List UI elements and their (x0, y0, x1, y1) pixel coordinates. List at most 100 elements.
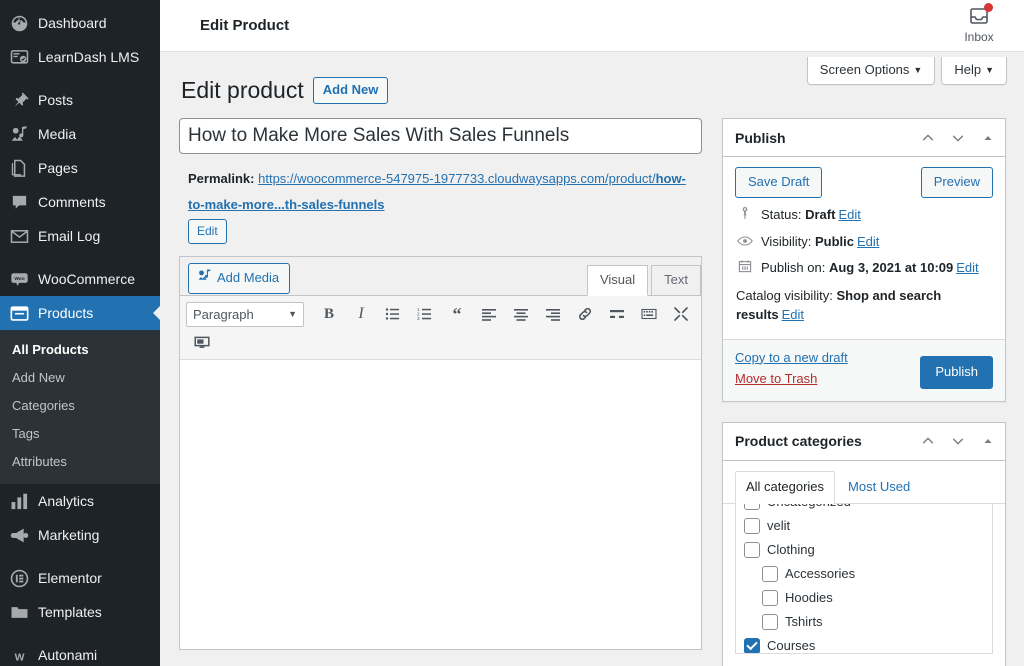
category-checkbox[interactable] (744, 541, 760, 558)
save-draft-button[interactable]: Save Draft (735, 167, 823, 199)
status-value: Draft (805, 207, 836, 223)
edit-slug-button[interactable]: Edit (188, 219, 227, 244)
sidebar-item-label: Pages (38, 160, 78, 176)
align-left-icon[interactable] (473, 301, 505, 327)
toolbar-toggle-icon[interactable] (633, 301, 665, 327)
fullscreen-icon[interactable] (665, 301, 697, 327)
sidebar-item-learndash-lms[interactable]: LearnDash LMS (0, 40, 160, 74)
add-media-button[interactable]: Add Media (188, 263, 291, 294)
categories-metabox-controls (913, 426, 1003, 456)
move-down-icon[interactable] (943, 123, 973, 153)
add-new-button[interactable]: Add New (312, 77, 389, 104)
publish-metabox-title: Publish (735, 129, 786, 146)
preview-button[interactable]: Preview (920, 167, 993, 199)
move-to-trash-link[interactable]: Move to Trash (735, 371, 817, 386)
category-checkbox[interactable] (744, 503, 760, 510)
status-edit-link[interactable]: Edit (838, 207, 860, 222)
sidebar-item-posts[interactable]: Posts (0, 83, 160, 117)
sidebar-item-woocommerce[interactable]: Woo WooCommerce (0, 262, 160, 296)
elementor-icon (9, 568, 29, 588)
submenu-item-all-products[interactable]: All Products (0, 336, 160, 364)
sidebar-item-templates[interactable]: Templates (0, 595, 160, 629)
blockquote-icon[interactable]: “ (441, 301, 473, 327)
category-checkbox[interactable] (744, 517, 760, 534)
sidebar-item-analytics[interactable]: Analytics (0, 484, 160, 518)
editor-content-area[interactable] (180, 359, 701, 649)
move-up-icon[interactable] (913, 123, 943, 153)
product-title-input[interactable] (179, 118, 702, 154)
help-toggle[interactable]: Help ▼ (941, 57, 1007, 85)
category-item[interactable]: Clothing (744, 538, 984, 562)
sidebar-item-elementor[interactable]: Elementor (0, 561, 160, 595)
permalink-link[interactable]: https://woocommerce-547975-1977733.cloud… (188, 171, 686, 212)
category-checkbox[interactable] (762, 589, 778, 606)
sidebar-menu-top: Dashboard LearnDash LMS Posts Media Pages Com… (0, 6, 160, 330)
sidebar-item-marketing[interactable]: Marketing (0, 518, 160, 552)
sidebar-item-email-log[interactable]: Email Log (0, 219, 160, 253)
italic-icon[interactable]: I (345, 301, 377, 327)
submenu-item-categories[interactable]: Categories (0, 392, 160, 420)
preview-monitor-icon[interactable] (186, 330, 218, 356)
sidebar-item-label: Templates (38, 604, 102, 620)
category-item[interactable]: Uncategorized (744, 503, 984, 514)
publish-major-actions: Copy to a new draft Move to Trash Publis… (723, 338, 1005, 401)
sidebar-item-products[interactable]: Products (0, 296, 160, 330)
sidebar-item-dashboard[interactable]: Dashboard (0, 6, 160, 40)
category-item[interactable]: velit (744, 514, 984, 538)
move-down-icon[interactable] (943, 426, 973, 456)
toggle-panel-icon[interactable] (973, 426, 1003, 456)
category-item[interactable]: Courses (744, 634, 984, 653)
tab-all-categories[interactable]: All categories (735, 470, 836, 504)
align-right-icon[interactable] (537, 301, 569, 327)
submenu-item-attributes[interactable]: Attributes (0, 448, 160, 476)
sidebar-item-label: Email Log (38, 228, 101, 244)
submenu-item-add-new[interactable]: Add New (0, 364, 160, 392)
content-editor: Add Media Visual Text Paragraph ▼ B I 1 … (179, 256, 702, 650)
category-checkbox[interactable] (744, 637, 760, 653)
editor-mode-tabs: Visual Text (586, 264, 701, 296)
numbered-list-icon[interactable]: 1 2 3 (409, 301, 441, 327)
publish-button[interactable]: Publish (920, 355, 993, 389)
folder-icon (9, 602, 29, 622)
bullet-list-icon[interactable] (377, 301, 409, 327)
postbox-container: Publish Save Draft Preview Status: Draft… (722, 118, 1006, 666)
publish-on-value: Aug 3, 2021 at 10:09 (828, 260, 954, 276)
sidebar-item-media[interactable]: Media (0, 117, 160, 151)
inbox-button[interactable]: Inbox (948, 3, 1010, 44)
publish-metabox-controls (913, 123, 1003, 153)
sidebar-item-pages[interactable]: Pages (0, 151, 160, 185)
category-list-scroll[interactable]: Uncategorized velit Clothing Accessories Hoo… (735, 503, 993, 654)
paragraph-format-select[interactable]: Paragraph ▼ (186, 301, 304, 327)
sidebar-item-comments[interactable]: Comments (0, 185, 160, 219)
toggle-panel-icon[interactable] (973, 123, 1003, 153)
link-icon[interactable] (569, 301, 601, 327)
catalog-visibility-edit-link[interactable]: Edit (782, 307, 804, 322)
category-checkbox[interactable] (762, 565, 778, 582)
category-list: Uncategorized velit Clothing Accessories Hoo… (736, 503, 992, 653)
category-item[interactable]: Hoodies (744, 586, 984, 610)
sidebar-item-autonami[interactable]: W Autonami (0, 638, 160, 666)
products-icon (9, 303, 29, 323)
category-item[interactable]: Tshirts (744, 610, 984, 634)
submenu-item-tags[interactable]: Tags (0, 420, 160, 448)
menu-separator (0, 552, 160, 561)
screen-options-toggle[interactable]: Screen Options ▼ (806, 57, 936, 85)
bold-icon[interactable]: B (313, 301, 345, 327)
align-center-icon[interactable] (505, 301, 537, 327)
read-more-icon[interactable] (601, 301, 633, 327)
sidebar-item-label: Analytics (38, 493, 95, 509)
category-checkbox[interactable] (762, 613, 778, 630)
permalink-base: https://woocommerce-547975-1977733.cloud… (258, 171, 656, 186)
tab-most-used[interactable]: Most Used (837, 471, 921, 503)
category-item[interactable]: Accessories (744, 562, 984, 586)
tab-text[interactable]: Text (651, 264, 701, 295)
tab-visual[interactable]: Visual (586, 264, 649, 296)
move-up-icon[interactable] (913, 426, 943, 456)
visibility-edit-link[interactable]: Edit (857, 234, 879, 249)
publish-metabox-header: Publish (723, 119, 1005, 157)
autonami-icon: W (9, 645, 29, 665)
publish-on-edit-link[interactable]: Edit (956, 260, 978, 275)
sidebar-menu-bottom: Analytics Marketing Elementor Templates W Aut… (0, 484, 160, 666)
sidebar-item-label: LearnDash LMS (38, 49, 140, 65)
permalink-row: Permalink: https://woocommerce-547975-19… (179, 166, 702, 244)
